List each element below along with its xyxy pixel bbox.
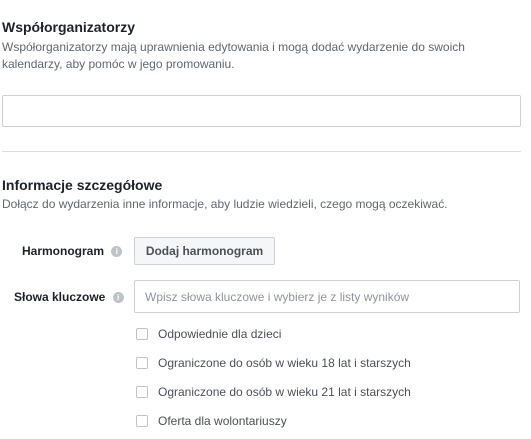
option-label: Ograniczone do osób w wieku 18 lat i sta… <box>158 356 411 370</box>
cohosts-description-line-1: Współorganizatorzy mają uprawnienia edyt… <box>2 40 465 54</box>
info-icon[interactable]: i <box>111 246 123 258</box>
option-label: Odpowiednie dla dzieci <box>158 327 282 341</box>
cohosts-title: Współorganizatorzy <box>2 19 136 35</box>
option-label: Oferta dla wolontariuszy <box>158 414 287 428</box>
option-label: Ograniczone do osób w wieku 21 lat i sta… <box>158 385 411 399</box>
option-volunteer[interactable]: Oferta dla wolontariuszy <box>136 413 287 429</box>
option-age-18[interactable]: Ograniczone do osób w wieku 18 lat i sta… <box>136 355 411 371</box>
cohosts-input[interactable] <box>2 95 521 127</box>
checkbox[interactable] <box>136 328 148 340</box>
cohosts-description-line-2: kalendarzy, aby pomóc w jego promowaniu. <box>2 57 235 71</box>
keywords-input[interactable] <box>134 280 520 313</box>
keywords-label: Słowa kluczowe i <box>14 290 124 304</box>
add-schedule-button[interactable]: Dodaj harmonogram <box>134 237 275 265</box>
checkbox[interactable] <box>136 415 148 427</box>
checkbox[interactable] <box>136 386 148 398</box>
details-title: Informacje szczegółowe <box>2 177 163 193</box>
schedule-label: Harmonogram i <box>22 244 123 258</box>
section-divider <box>2 151 521 152</box>
option-age-21[interactable]: Ograniczone do osób w wieku 21 lat i sta… <box>136 384 411 400</box>
checkbox[interactable] <box>136 357 148 369</box>
details-description: Dołącz do wydarzenia inne informacje, ab… <box>2 197 448 211</box>
keywords-label-text: Słowa kluczowe <box>14 290 106 304</box>
option-kid-friendly[interactable]: Odpowiednie dla dzieci <box>136 326 281 342</box>
schedule-label-text: Harmonogram <box>22 244 105 258</box>
info-icon[interactable]: i <box>112 292 124 304</box>
